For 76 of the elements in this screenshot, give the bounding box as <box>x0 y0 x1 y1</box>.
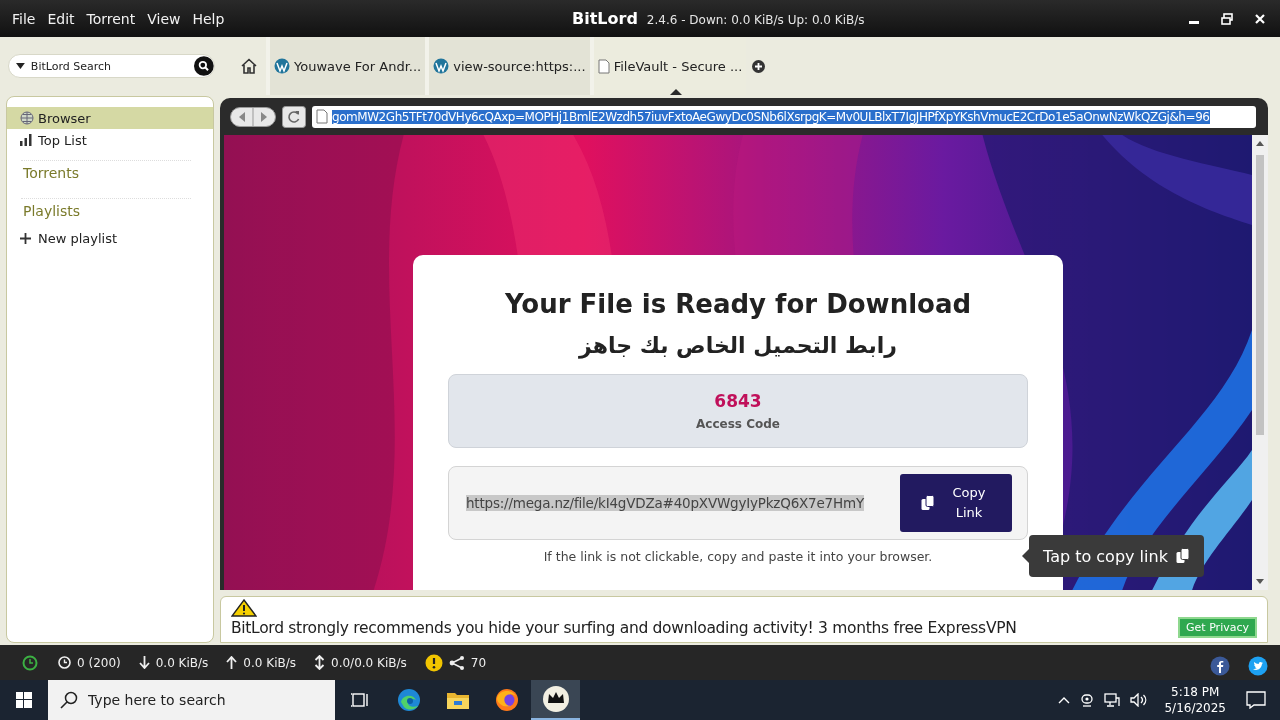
add-tab-icon[interactable] <box>752 59 766 73</box>
browser-tab[interactable]: view-source:https:... <box>425 37 590 95</box>
search-icon <box>60 691 78 709</box>
sidebar-item[interactable]: New playlist <box>7 227 213 249</box>
chevron-up-icon[interactable] <box>1058 696 1071 704</box>
window-subtitle: 2.4.6 - Down: 0.0 KiB/s Up: 0.0 KiB/s <box>646 13 865 27</box>
wordpress-logo-icon <box>433 58 450 74</box>
page-heading: Your File is Ready for Download <box>503 289 973 319</box>
search-field[interactable]: BitLord Search <box>28 59 191 73</box>
status-text: 70 <box>470 655 487 670</box>
browser-tab[interactable]: Youwave For Andr... <box>266 37 426 95</box>
task-view-icon <box>349 691 370 709</box>
section-heading: Torrents <box>22 164 80 183</box>
status-text: 0.0/0.0 KiB/s <box>331 655 407 670</box>
bird-icon[interactable] <box>1248 655 1268 676</box>
menu-item[interactable]: View <box>141 8 187 29</box>
address-field[interactable]: gomMW2Gh5TFt70dVHy6cQAxp=MOPHj1BmlE2Wzdh57iuvFxtoAeGwyDc0SNb6lXsrpgK=Mv0ULBlxT7IgJHPfXpYKshVmucE2CrDo1e5aOnwNzWkQZGj&h=96 <box>312 105 1256 128</box>
copy-link-button[interactable]: Copy Link <box>900 474 1012 532</box>
access-code: 6843 <box>714 391 762 411</box>
bar-chart-icon <box>20 134 32 146</box>
close-icon[interactable] <box>1254 12 1266 25</box>
warning-icon <box>424 653 443 672</box>
camera-icon[interactable] <box>1080 693 1095 707</box>
arrow-up-icon <box>226 656 238 669</box>
tooltip-text: Tap to copy link <box>1043 546 1168 566</box>
fox-globe-icon <box>494 688 519 712</box>
link-text[interactable]: https://mega.nz/file/kI4gVDZa#40pXVWgyIyPkzQ6X7e7HmY <box>466 495 864 511</box>
section-heading: Playlists <box>22 202 82 221</box>
up-down-arrow-icon <box>314 655 325 670</box>
notification-icon[interactable] <box>1246 691 1266 709</box>
plus-icon <box>20 232 31 244</box>
page-icon <box>316 109 328 124</box>
clock-icon <box>58 656 71 669</box>
facebook-icon[interactable] <box>1210 655 1230 676</box>
copy-icon <box>1175 548 1190 564</box>
arrow-down-icon <box>138 656 150 669</box>
menu-item[interactable]: File <box>6 8 42 29</box>
share-icon <box>448 655 465 670</box>
status-text: 0 (200) <box>77 655 121 670</box>
clock-time: 5:18 PM <box>1171 684 1220 700</box>
menu-item[interactable]: Torrent <box>80 8 142 29</box>
reload-icon[interactable] <box>282 105 306 128</box>
access-code-label: Access Code <box>696 417 780 431</box>
speaker-icon[interactable] <box>1130 693 1149 707</box>
globe-icon <box>20 111 34 125</box>
search-box[interactable]: BitLord Search <box>8 54 215 78</box>
menu-item[interactable]: Edit <box>41 8 81 29</box>
taskbar-app-button[interactable] <box>531 680 580 720</box>
copy-icon <box>921 495 935 511</box>
sidebar-item[interactable]: Browser <box>7 107 213 129</box>
page-subheading: رابط التحميل الخاص بك جاهز <box>577 333 898 358</box>
ad-text: BitLord strongly recommends you hide your surfing and downloading activity! 3 months free ExpressVPN <box>231 618 1017 637</box>
sidebar-item[interactable]: Top List <box>7 129 213 151</box>
warning-icon <box>231 599 257 617</box>
taskbar-search-field[interactable]: Type here to search <box>86 691 330 709</box>
clock-date: 5/16/2025 <box>1164 700 1226 716</box>
network-icon[interactable] <box>1104 693 1121 707</box>
instruction-text: If the link is not clickable, copy and paste it into your browser. <box>542 549 934 564</box>
scrollbar[interactable] <box>1252 135 1268 590</box>
status-text: 0.0 KiB/s <box>155 655 209 670</box>
caret-icon <box>16 63 25 69</box>
folder-icon <box>445 690 470 710</box>
search-icon[interactable] <box>194 56 214 76</box>
restore-icon[interactable] <box>1221 12 1233 25</box>
wordpress-logo-icon <box>274 58 290 74</box>
crown-icon <box>541 685 570 713</box>
page-icon <box>597 58 610 74</box>
status-text: 0.0 KiB/s <box>243 655 296 670</box>
back-forward-icon[interactable] <box>230 106 276 127</box>
menu-item[interactable]: Help <box>186 8 231 29</box>
clock[interactable]: 5:18 PM 5/16/2025 <box>1164 684 1226 716</box>
clock-icon <box>22 654 38 671</box>
browser-swirl-icon <box>396 688 421 712</box>
window-title: BitLord <box>572 9 638 28</box>
home-icon[interactable] <box>241 58 257 74</box>
taskbar-search-box[interactable]: Type here to search <box>48 680 335 720</box>
